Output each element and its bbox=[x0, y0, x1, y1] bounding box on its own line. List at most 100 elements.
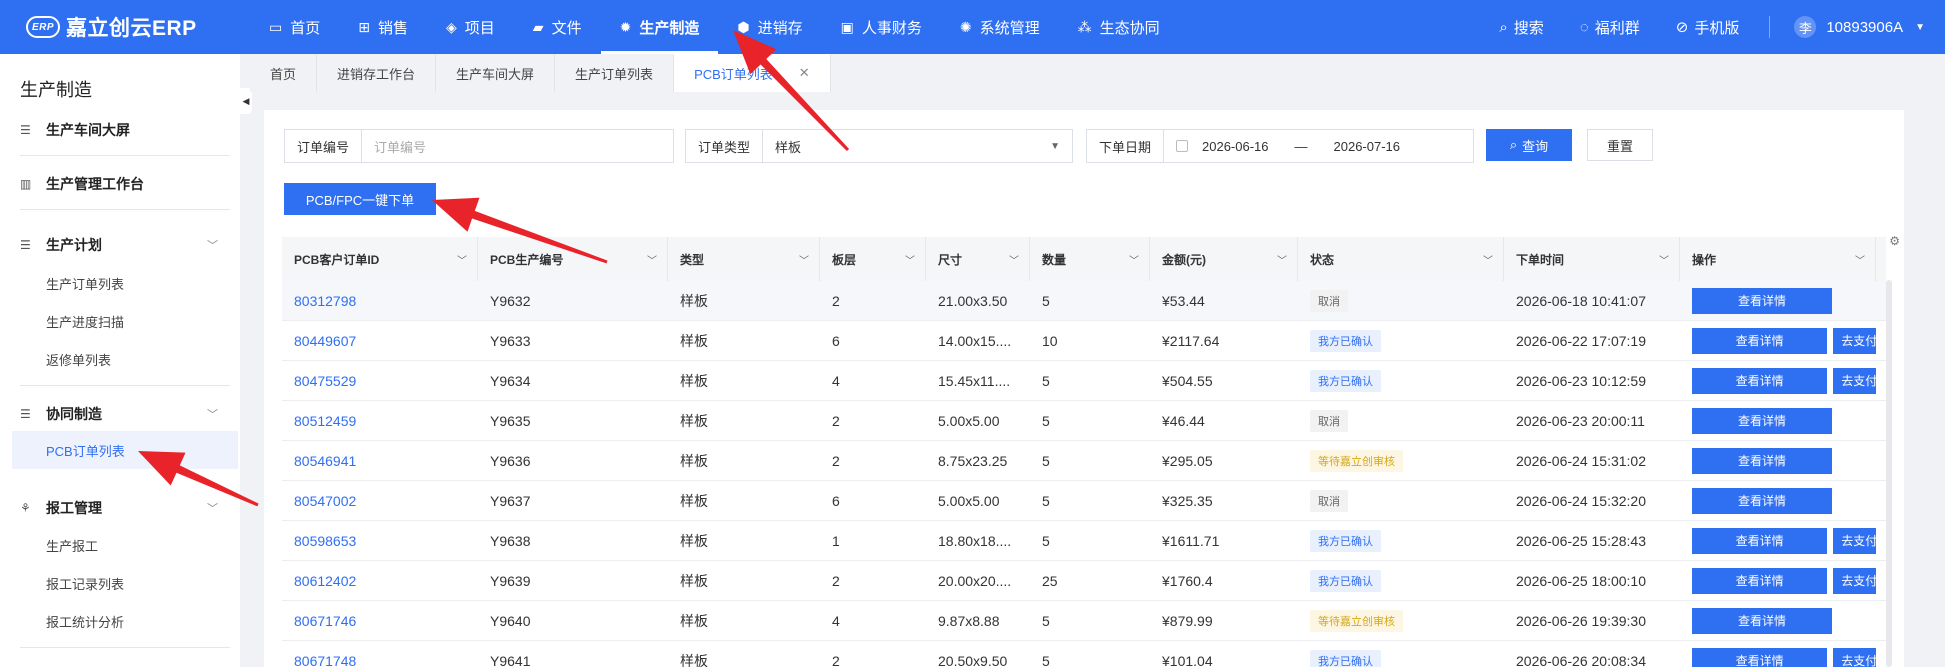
view-details-button[interactable]: 查看详情 bbox=[1692, 607, 1832, 634]
pay-button[interactable]: 去支付 bbox=[1833, 647, 1876, 667]
chevron-down-icon[interactable]: ﹀ bbox=[1009, 252, 1019, 267]
tab-3[interactable]: 生产订单列表 bbox=[555, 54, 675, 92]
table-row[interactable]: 80612402 Y9639 样板 2 20.00x20.... 25 ¥1760.4 我方已… bbox=[282, 561, 1886, 601]
chevron-down-icon[interactable]: ﹀ bbox=[799, 252, 809, 267]
pay-button[interactable]: 去支付 bbox=[1833, 567, 1876, 594]
cell-id[interactable]: 80547002 bbox=[282, 493, 478, 509]
order-no-input[interactable]: 订单编号 bbox=[362, 130, 673, 162]
sidebar-group-plan[interactable]: ☰ 生产计划 ﹀ bbox=[20, 235, 230, 255]
sidebar-item-rework-orders[interactable]: 返修单列表 bbox=[46, 350, 111, 369]
chevron-down-icon[interactable]: ﹀ bbox=[1129, 252, 1139, 267]
top-tool-1[interactable]: ◌ 福利群 bbox=[1580, 17, 1640, 38]
table-row[interactable]: 80512459 Y9635 样板 2 5.00x5.00 5 ¥46.44 取消 2026-0… bbox=[282, 401, 1886, 441]
table-row[interactable]: 80546941 Y9636 样板 2 8.75x23.25 5 ¥295.05 等待嘉立创审… bbox=[282, 441, 1886, 481]
date-end[interactable]: 2026-07-16 bbox=[1334, 139, 1401, 154]
nav-item-6[interactable]: ▣ 人事财务 bbox=[822, 0, 941, 54]
tab-4[interactable]: PCB订单列表 ✕ bbox=[674, 54, 831, 92]
close-icon[interactable]: ✕ bbox=[799, 65, 810, 81]
view-details-button[interactable]: 查看详情 bbox=[1692, 327, 1828, 354]
column-settings-icon[interactable]: ⚙ bbox=[1889, 234, 1900, 248]
top-tool-0[interactable]: ⌕ 搜索 bbox=[1499, 17, 1543, 38]
dropdown-arrow-icon[interactable]: ▼ bbox=[1050, 130, 1072, 162]
order-type-select[interactable]: 样板 bbox=[763, 130, 1050, 162]
view-details-button[interactable]: 查看详情 bbox=[1692, 287, 1832, 314]
table-row[interactable]: 80671746 Y9640 样板 4 9.87x8.88 5 ¥879.99 等待嘉立创审核… bbox=[282, 601, 1886, 641]
sidebar-item-work-report[interactable]: 生产报工 bbox=[46, 536, 98, 555]
view-details-button[interactable]: 查看详情 bbox=[1692, 447, 1832, 474]
chevron-down-icon[interactable]: ﹀ bbox=[457, 252, 467, 267]
sidebar-group-report[interactable]: ⚘ 报工管理 ﹀ bbox=[20, 498, 230, 518]
table-row[interactable]: 80598653 Y9638 样板 1 18.80x18.... 5 ¥1611.71 我方已… bbox=[282, 521, 1886, 561]
column-header[interactable]: 状态 ﹀ bbox=[1298, 237, 1504, 281]
cell-id[interactable]: 80475529 bbox=[282, 373, 478, 389]
chevron-down-icon[interactable]: ﹀ bbox=[1277, 252, 1287, 267]
reset-button[interactable]: 重置 bbox=[1587, 129, 1653, 161]
tab-0[interactable]: 首页 bbox=[250, 54, 318, 92]
table-row[interactable]: 80671748 Y9641 样板 2 20.50x9.50 5 ¥101.04 我方已确认 2… bbox=[282, 641, 1886, 667]
column-header[interactable]: 数量 ﹀ bbox=[1030, 237, 1150, 281]
cell-id[interactable]: 80449607 bbox=[282, 333, 478, 349]
column-header[interactable]: PCB生产编号 ﹀ bbox=[478, 237, 668, 281]
chevron-down-icon[interactable]: ﹀ bbox=[1659, 252, 1669, 267]
sidebar-group-collab[interactable]: ☰ 协同制造 ﹀ bbox=[20, 404, 230, 424]
view-details-button[interactable]: 查看详情 bbox=[1692, 407, 1832, 434]
cell-type: 样板 bbox=[680, 412, 708, 429]
cell-id[interactable]: 80671748 bbox=[282, 653, 478, 667]
cell-id[interactable]: 80671746 bbox=[282, 613, 478, 629]
chevron-down-icon[interactable]: ﹀ bbox=[647, 252, 657, 267]
nav-item-0[interactable]: ▭ 首页 bbox=[250, 0, 339, 54]
cell-id[interactable]: 80512459 bbox=[282, 413, 478, 429]
top-tool-2[interactable]: ⊘ 手机版 bbox=[1676, 17, 1740, 38]
view-details-button[interactable]: 查看详情 bbox=[1692, 567, 1828, 594]
tab-1[interactable]: 进销存工作台 bbox=[317, 54, 437, 92]
sidebar-item-mgmt-workbench[interactable]: ▥ 生产管理工作台 bbox=[20, 174, 230, 194]
vertical-scrollbar[interactable] bbox=[1886, 280, 1892, 667]
nav-item-2[interactable]: ◈ 项目 bbox=[427, 0, 514, 54]
column-header[interactable]: 操作 ﹀ bbox=[1680, 237, 1876, 281]
view-details-button[interactable]: 查看详情 bbox=[1692, 647, 1828, 667]
pay-button[interactable]: 去支付 bbox=[1833, 327, 1876, 354]
sidebar-item-report-stats[interactable]: 报工统计分析 bbox=[46, 612, 124, 631]
chevron-down-icon[interactable]: ﹀ bbox=[905, 252, 915, 267]
one-click-order-button[interactable]: PCB/FPC一键下单 bbox=[284, 183, 436, 215]
nav-item-8[interactable]: ⁂ 生态协同 bbox=[1059, 0, 1179, 54]
column-header[interactable]: 下单时间 ﹀ bbox=[1504, 237, 1680, 281]
sidebar-item-production-orders[interactable]: 生产订单列表 bbox=[46, 274, 124, 293]
column-header[interactable]: 板层 ﹀ bbox=[820, 237, 926, 281]
view-details-button[interactable]: 查看详情 bbox=[1692, 527, 1828, 554]
pay-button[interactable]: 去支付 bbox=[1833, 367, 1876, 394]
date-start[interactable]: 2026-06-16 bbox=[1202, 139, 1269, 154]
sidebar-item-report-records[interactable]: 报工记录列表 bbox=[46, 574, 124, 593]
date-range-input[interactable]: 2026-06-16 — 2026-07-16 bbox=[1164, 130, 1473, 162]
column-header[interactable]: 尺寸 ﹀ bbox=[926, 237, 1030, 281]
table-row[interactable]: 80547002 Y9637 样板 6 5.00x5.00 5 ¥325.35 取消 2026-… bbox=[282, 481, 1886, 521]
view-details-button[interactable]: 查看详情 bbox=[1692, 487, 1832, 514]
app-logo[interactable]: ERP 嘉立创云ERP bbox=[0, 12, 250, 42]
cell-id[interactable]: 80312798 bbox=[282, 293, 478, 309]
pay-button[interactable]: 去支付 bbox=[1833, 527, 1876, 554]
table-row[interactable]: 80449607 Y9633 样板 6 14.00x15.... 10 ¥2117.64 我方… bbox=[282, 321, 1886, 361]
nav-item-1[interactable]: ⊞ 销售 bbox=[339, 0, 427, 54]
table-row[interactable]: 80312798 Y9632 样板 2 21.00x3.50 5 ¥53.44 取消 2026-… bbox=[282, 281, 1886, 321]
user-menu[interactable]: 李 10893906A ▼ bbox=[1769, 16, 1925, 38]
column-header[interactable]: 类型 ﹀ bbox=[668, 237, 820, 281]
query-button[interactable]: ⌕ 查询 bbox=[1486, 129, 1572, 161]
nav-item-7[interactable]: ✺ 系统管理 bbox=[941, 0, 1059, 54]
column-header[interactable]: 金额(元) ﹀ bbox=[1150, 237, 1298, 281]
sidebar-item-pcb-orders[interactable]: PCB订单列表 bbox=[12, 431, 238, 469]
column-header[interactable]: PCB客户订单ID ﹀ bbox=[282, 237, 478, 281]
cell-id[interactable]: 80598653 bbox=[282, 533, 478, 549]
nav-item-4[interactable]: ✹ 生产制造 bbox=[600, 0, 719, 54]
cell-id[interactable]: 80546941 bbox=[282, 453, 478, 469]
user-avatar: 李 bbox=[1794, 16, 1817, 38]
sidebar-item-workshop-screen[interactable]: ☰ 生产车间大屏 bbox=[20, 120, 230, 140]
nav-item-5[interactable]: ⬢ 进销存 bbox=[718, 0, 821, 54]
sidebar-item-progress-scan[interactable]: 生产进度扫描 bbox=[46, 312, 124, 331]
table-row[interactable]: 80475529 Y9634 样板 4 15.45x11.... 5 ¥504.55 我方已确… bbox=[282, 361, 1886, 401]
chevron-down-icon[interactable]: ﹀ bbox=[1855, 252, 1865, 267]
view-details-button[interactable]: 查看详情 bbox=[1692, 367, 1828, 394]
chevron-down-icon[interactable]: ﹀ bbox=[1483, 252, 1493, 267]
tab-2[interactable]: 生产车间大屏 bbox=[436, 54, 556, 92]
cell-id[interactable]: 80612402 bbox=[282, 573, 478, 589]
nav-item-3[interactable]: ▰ 文件 bbox=[514, 0, 601, 54]
